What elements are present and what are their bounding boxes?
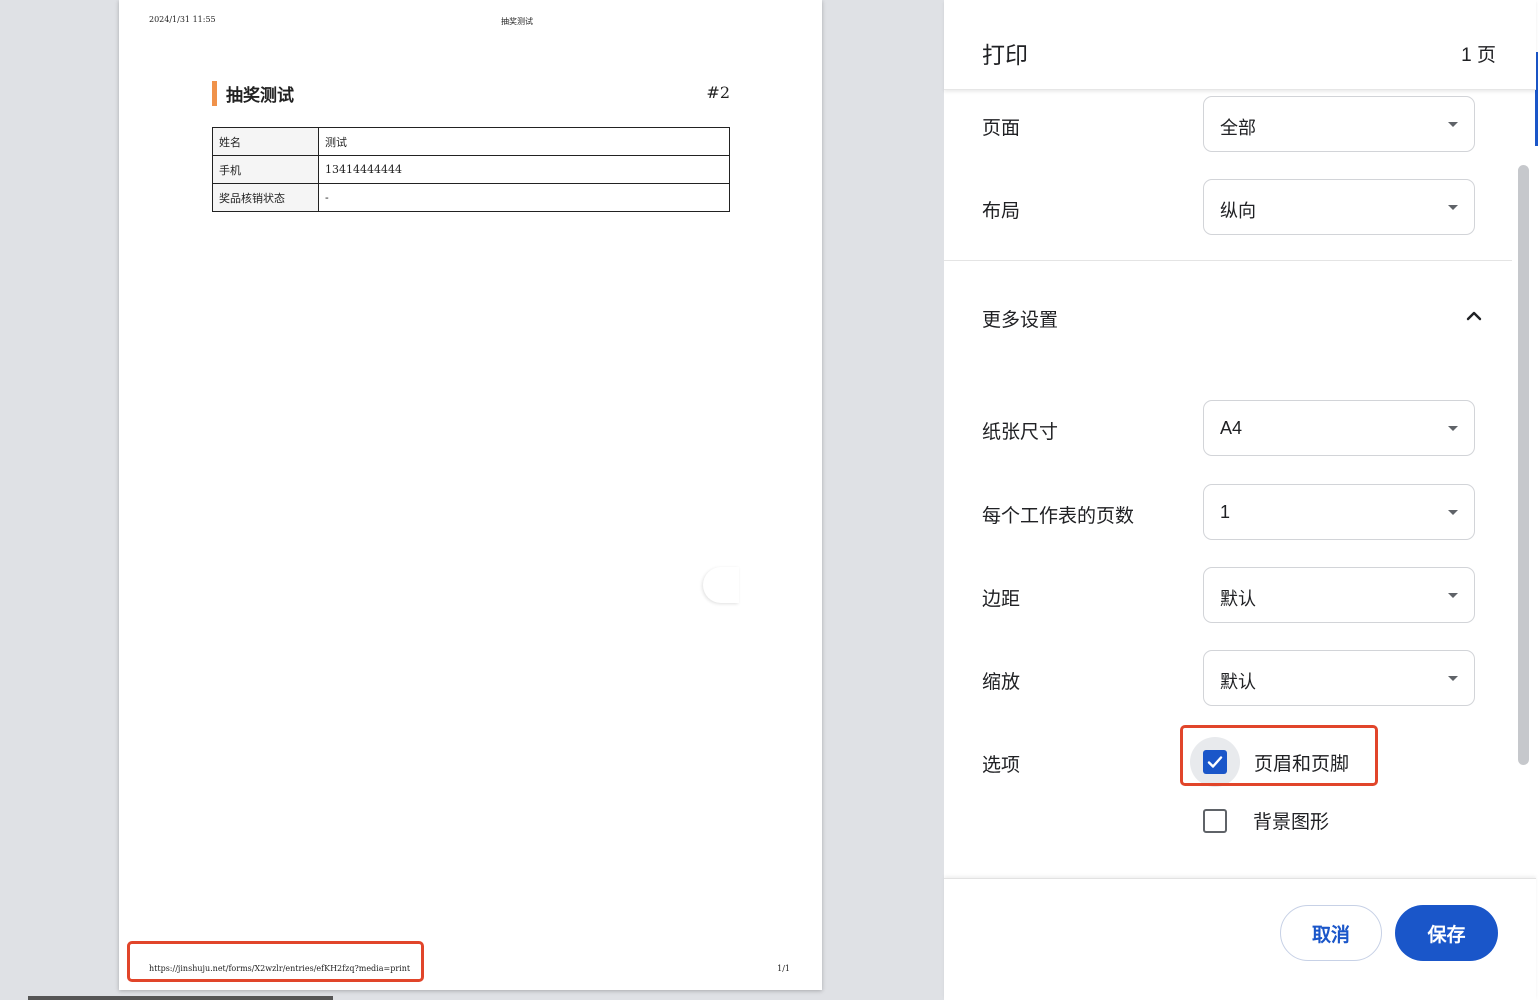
page-header-date: 2024/1/31 11:55 (149, 15, 216, 24)
title-accent-bar (212, 81, 217, 106)
panel-header: 打印 1 页 (944, 0, 1536, 90)
page-header-title: 抽奖测试 (501, 17, 533, 26)
caret-down-icon (1448, 122, 1458, 127)
margins-select-value: 默认 (1220, 589, 1256, 609)
more-settings-label: 更多设置 (982, 310, 1059, 331)
chevron-up-icon (1466, 311, 1482, 321)
paper-size-select[interactable]: A4 (1203, 400, 1475, 456)
caret-down-icon (1448, 510, 1458, 515)
settings-scrollbar[interactable] (1518, 165, 1529, 765)
document-title-block: 抽奖测试 (212, 81, 294, 106)
pages-select-value: 全部 (1220, 118, 1256, 138)
save-button[interactable]: 保存 (1395, 905, 1498, 961)
table-cell-value: 测试 (318, 127, 730, 156)
caret-down-icon (1448, 676, 1458, 681)
table-cell-key: 姓名 (212, 127, 319, 156)
table-cell-key: 手机 (212, 155, 319, 184)
pages-per-sheet-label: 每个工作表的页数 (982, 506, 1135, 527)
document-title: 抽奖测试 (226, 86, 294, 106)
table-row: 姓名 测试 (212, 127, 730, 156)
background-graphics-option[interactable]: 背景图形 (1203, 807, 1329, 834)
caret-down-icon (1448, 205, 1458, 210)
margins-label: 边距 (982, 589, 1021, 610)
entry-info-table: 姓名 测试 手机 13414444444 奖品核销状态 - (212, 127, 730, 212)
paper-size-label: 纸张尺寸 (982, 422, 1059, 443)
entry-number: #2 (706, 83, 730, 102)
background-graphics-label: 背景图形 (1253, 812, 1330, 833)
table-row: 手机 13414444444 (212, 155, 730, 184)
bottom-scroll-strip (28, 996, 333, 1000)
caret-down-icon (1448, 593, 1458, 598)
print-preview-area: 2024/1/31 11:55 抽奖测试 抽奖测试 #2 姓名 测试 手机 13… (0, 0, 944, 1000)
more-settings-toggle[interactable]: 更多设置 (982, 305, 1482, 335)
options-label: 选项 (982, 755, 1021, 776)
layout-label: 布局 (982, 201, 1021, 222)
preview-side-tab[interactable] (703, 567, 739, 603)
footer-highlight-box (127, 941, 424, 982)
pages-label: 页面 (982, 118, 1021, 139)
paper-size-select-value: A4 (1220, 418, 1243, 438)
caret-down-icon (1448, 426, 1458, 431)
print-settings-panel: 打印 1 页 页面 全部 布局 纵向 更多设置 纸张尺寸 A4 每个工作表的页数… (944, 0, 1538, 1000)
table-row: 奖品核销状态 - (212, 183, 730, 212)
page-count: 1 页 (1461, 45, 1496, 66)
pages-per-sheet-select[interactable]: 1 (1203, 484, 1475, 540)
pages-select[interactable]: 全部 (1203, 96, 1475, 152)
dialog-title: 打印 (982, 42, 1028, 68)
panel-footer: 取消 保存 (944, 878, 1536, 1000)
preview-page: 2024/1/31 11:55 抽奖测试 抽奖测试 #2 姓名 测试 手机 13… (119, 0, 822, 990)
scale-label: 缩放 (982, 672, 1021, 693)
margins-select[interactable]: 默认 (1203, 567, 1475, 623)
table-cell-key: 奖品核销状态 (212, 183, 319, 212)
layout-select[interactable]: 纵向 (1203, 179, 1475, 235)
cancel-button[interactable]: 取消 (1280, 905, 1382, 961)
section-divider (944, 260, 1512, 261)
layout-select-value: 纵向 (1220, 201, 1256, 221)
option-highlight-box (1180, 725, 1378, 786)
table-cell-value: - (318, 183, 730, 212)
page-footer-page-number: 1/1 (777, 964, 790, 973)
background-graphics-checkbox[interactable] (1203, 808, 1227, 833)
scale-select-value: 默认 (1220, 672, 1256, 692)
table-cell-value: 13414444444 (318, 155, 730, 184)
pages-per-sheet-select-value: 1 (1220, 502, 1231, 522)
scale-select[interactable]: 默认 (1203, 650, 1475, 706)
